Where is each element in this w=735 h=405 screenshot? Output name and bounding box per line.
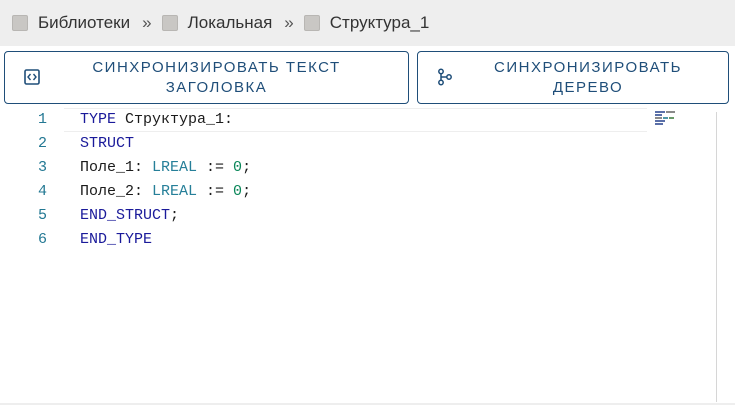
breadcrumb-label: Библиотеки <box>38 13 131 32</box>
breadcrumb-label: Локальная <box>187 13 273 32</box>
code-token: ; <box>242 183 252 200</box>
sync-tree-label: СИНХРОНИЗИРОВАТЬ ДЕРЕВО <box>468 52 708 103</box>
sync-header-text-label: СИНХРОНИЗИРОВАТЬ ТЕКСТ ЗАГОЛОВКА <box>65 52 368 103</box>
code-editor[interactable]: 1 TYPE Структура_1: 2 STRUCT 3 Поле_1: LREAL … <box>0 108 735 405</box>
code-text: Поле_1: LREAL := 0; <box>80 156 251 180</box>
file-icon <box>303 15 320 31</box>
code-token: LREAL <box>152 159 198 176</box>
code-text: TYPE Структура_1: <box>80 108 233 132</box>
sync-tree-button[interactable]: СИНХРОНИЗИРОВАТЬ ДЕРЕВО <box>417 51 729 104</box>
code-text: Поле_2: LREAL := 0; <box>80 180 251 204</box>
button-label-line: ЗАГОЛОВКА <box>165 78 268 96</box>
code-token: 0 <box>233 183 243 200</box>
breadcrumb-separator: » <box>284 13 294 32</box>
code-token: Структура_1: <box>116 111 234 128</box>
line-number: 3 <box>37 159 47 176</box>
code-brackets-icon <box>24 69 40 85</box>
breadcrumb-item-libraries[interactable]: Библиотеки <box>12 13 130 33</box>
line-number: 1 <box>37 111 47 128</box>
minimap[interactable] <box>655 111 675 125</box>
code-line[interactable]: 6 END_TYPE <box>0 228 716 252</box>
code-token: TYPE <box>80 111 117 128</box>
code-token: LREAL <box>152 183 198 200</box>
breadcrumb-separator: » <box>142 13 152 32</box>
code-text: END_TYPE <box>80 228 152 252</box>
line-number: 5 <box>37 207 47 224</box>
code-token: := <box>197 159 234 176</box>
line-number: 2 <box>37 135 47 152</box>
button-label-line: СИНХРОНИЗИРОВАТЬ ТЕКСТ <box>92 58 341 76</box>
code-token: 0 <box>233 159 243 176</box>
code-line[interactable]: 4 Поле_2: LREAL := 0; <box>0 180 716 204</box>
code-token: STRUCT <box>80 135 135 152</box>
tree-icon <box>438 68 452 86</box>
code-token: END_TYPE <box>80 231 153 248</box>
breadcrumb-item-structure[interactable]: Структура_1 <box>303 13 430 33</box>
breadcrumb-label: Структура_1 <box>329 13 430 32</box>
code-text: END_STRUCT; <box>80 204 179 228</box>
folder-icon <box>12 15 28 31</box>
code-line[interactable]: 2 STRUCT <box>0 132 716 156</box>
button-label-line: ДЕРЕВО <box>552 78 624 96</box>
folder-icon <box>161 15 178 31</box>
breadcrumb-item-local[interactable]: Локальная <box>161 13 273 33</box>
sync-header-text-button[interactable]: СИНХРОНИЗИРОВАТЬ ТЕКСТ ЗАГОЛОВКА <box>4 51 409 104</box>
code-line[interactable]: 5 END_STRUCT; <box>0 204 716 228</box>
breadcrumb: Библиотеки » Локальная » Структура_1 <box>0 0 735 46</box>
code-text: STRUCT <box>80 132 134 156</box>
line-number: 6 <box>37 231 47 248</box>
code-token: END_STRUCT <box>80 207 171 224</box>
code-token: ; <box>242 159 252 176</box>
code-token: ; <box>170 207 180 224</box>
button-label-line: СИНХРОНИЗИРОВАТЬ <box>494 58 682 76</box>
vertical-scrollbar[interactable] <box>716 112 717 402</box>
code-line[interactable]: 3 Поле_1: LREAL := 0; <box>0 156 716 180</box>
code-token: := <box>197 183 234 200</box>
code-token: Поле_1: <box>80 159 153 176</box>
line-number: 4 <box>37 183 47 200</box>
code-token: Поле_2: <box>80 183 153 200</box>
code-line[interactable]: 1 TYPE Структура_1: <box>0 108 716 132</box>
